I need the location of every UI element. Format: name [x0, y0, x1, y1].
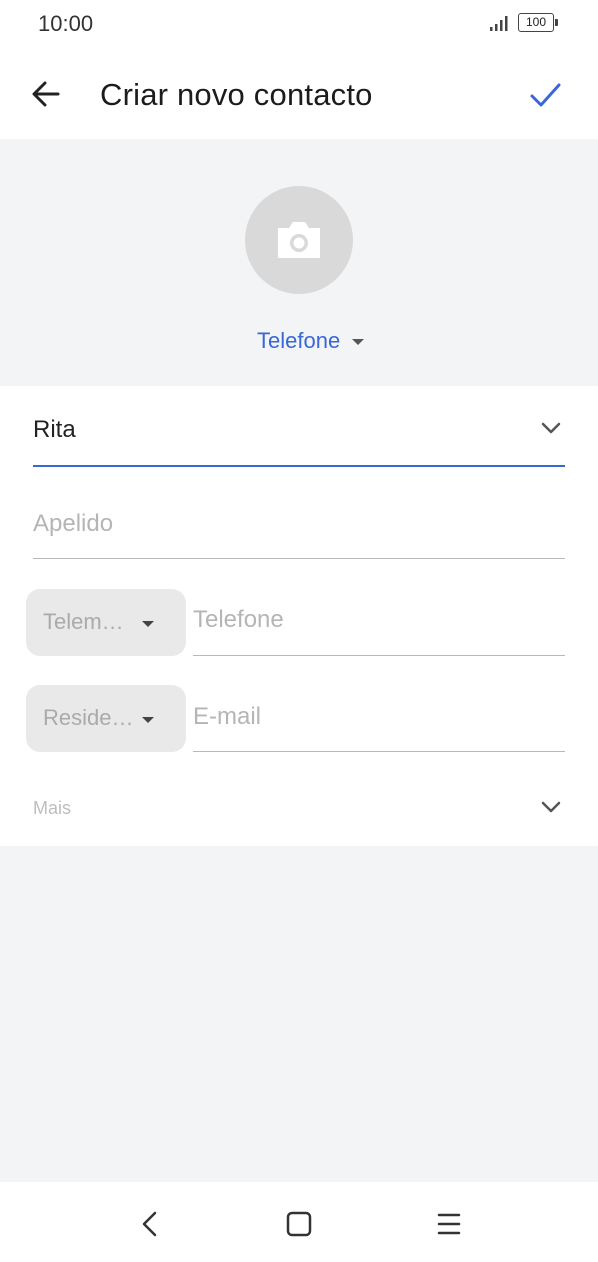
- nav-back-icon[interactable]: [130, 1204, 170, 1244]
- contact-form: Rita Apelido Telem… Telefone Reside… E-m…: [0, 386, 598, 846]
- account-selector[interactable]: Telefone: [257, 327, 365, 355]
- account-label: Telefone: [257, 328, 341, 353]
- email-placeholder: E-mail: [193, 703, 262, 730]
- arrow-left-icon: [32, 81, 60, 107]
- save-button[interactable]: [524, 74, 566, 116]
- email-field[interactable]: E-mail: [193, 703, 565, 752]
- chevron-down-icon[interactable]: [539, 416, 563, 440]
- last-name-field[interactable]: Apelido: [33, 510, 565, 559]
- camera-icon: [278, 222, 320, 258]
- back-button[interactable]: [26, 74, 66, 114]
- dropdown-arrow-icon: [142, 717, 154, 723]
- status-time: 10:00: [38, 11, 94, 36]
- photo-section: Telefone: [0, 139, 598, 386]
- field-underline: [33, 465, 565, 467]
- phone-type-label: Telem…: [43, 609, 124, 634]
- app-bar: Criar novo contacto: [0, 50, 598, 139]
- dropdown-arrow-icon: [352, 339, 365, 345]
- page-title: Criar novo contacto: [100, 77, 373, 112]
- add-photo-button[interactable]: [245, 186, 353, 294]
- email-type-label: Reside…: [43, 705, 134, 730]
- field-underline: [193, 751, 565, 752]
- status-bar: 10:00 100: [0, 0, 598, 50]
- phone-placeholder: Telefone: [193, 606, 284, 633]
- nav-menu-icon[interactable]: [429, 1204, 469, 1244]
- phone-field[interactable]: Telefone: [193, 606, 565, 656]
- signal-icon: [490, 16, 508, 31]
- nav-home-icon[interactable]: [279, 1204, 319, 1244]
- email-type-selector[interactable]: Reside…: [26, 685, 186, 752]
- battery-icon: 100: [518, 13, 558, 32]
- field-underline: [193, 655, 565, 656]
- phone-type-selector[interactable]: Telem…: [26, 589, 186, 656]
- first-name-value: Rita: [33, 416, 76, 443]
- more-fields-label[interactable]: Mais: [33, 798, 71, 819]
- battery-level: 100: [525, 15, 547, 29]
- field-underline: [33, 558, 565, 559]
- check-icon: [530, 83, 561, 107]
- dropdown-arrow-icon: [142, 621, 154, 627]
- last-name-placeholder: Apelido: [33, 510, 114, 537]
- first-name-field[interactable]: Rita: [33, 416, 565, 467]
- system-nav-bar: [0, 1182, 598, 1262]
- chevron-down-icon[interactable]: [539, 795, 563, 819]
